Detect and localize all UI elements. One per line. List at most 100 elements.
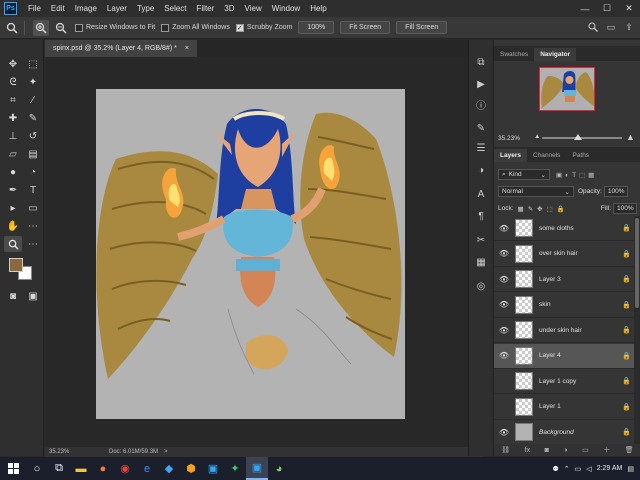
app-icon-4[interactable]: ◕ xyxy=(268,457,290,480)
zoom-tool-icon[interactable] xyxy=(4,20,20,36)
layer-thumbnail[interactable] xyxy=(515,321,533,339)
menu-view[interactable]: View xyxy=(240,0,267,17)
menu-help[interactable]: Help xyxy=(305,0,331,17)
layer-row[interactable]: 👁 some cloths 🔒 xyxy=(494,216,634,241)
path-selection-tool-icon[interactable]: ▸ xyxy=(4,200,22,216)
quick-mask-icon[interactable]: ◙ xyxy=(4,288,22,304)
gradient-tool-icon[interactable]: ▤ xyxy=(24,146,42,162)
new-layer-icon[interactable]: ＋ xyxy=(603,445,610,455)
zoom-tool-icon[interactable] xyxy=(4,236,22,252)
layer-name[interactable]: some cloths xyxy=(539,225,622,232)
minimize-button[interactable]: — xyxy=(574,0,596,17)
menu-layer[interactable]: Layer xyxy=(102,0,132,17)
menu-window[interactable]: Window xyxy=(267,0,305,17)
tab-paths[interactable]: Paths xyxy=(566,149,595,162)
resize-windows-checkbox[interactable]: Resize Windows to Fit xyxy=(75,23,155,32)
photoshop-taskbar-icon[interactable]: ▣ xyxy=(202,457,224,480)
close-icon[interactable]: × xyxy=(185,40,189,57)
layer-row[interactable]: 👁 Layer 1 copy🔒 xyxy=(494,369,634,394)
share-icon[interactable]: ⇪ xyxy=(622,20,636,34)
file-explorer-icon[interactable]: ▬ xyxy=(70,457,92,480)
windows-start-icon[interactable] xyxy=(0,457,26,480)
document-tab[interactable]: spinx.psd @ 35.2% (Layer 4, RGB/8#) * × xyxy=(45,40,197,57)
delete-layer-icon[interactable]: 🗑 xyxy=(625,446,634,454)
lasso-tool-icon[interactable]: ᘓ xyxy=(4,74,22,90)
screen-mode-icon[interactable]: ▣ xyxy=(24,288,42,304)
properties-panel-icon[interactable]: ☰ xyxy=(473,140,489,156)
foreground-color-swatch[interactable] xyxy=(9,258,23,272)
visibility-eye-icon[interactable]: 👁 xyxy=(497,377,511,386)
slider-thumb[interactable] xyxy=(574,134,582,140)
dodge-tool-icon[interactable]: ◔ xyxy=(24,164,42,180)
menu-edit[interactable]: Edit xyxy=(46,0,70,17)
checkbox-box[interactable] xyxy=(161,23,170,32)
healing-tool-icon[interactable]: ✚ xyxy=(4,110,22,126)
layer-name[interactable]: Layer 3 xyxy=(539,276,622,283)
checkbox-box[interactable] xyxy=(75,23,83,32)
volume-icon[interactable]: ◁ xyxy=(586,465,591,473)
layer-name[interactable]: Layer 4 xyxy=(539,352,622,359)
network-icon[interactable]: ▭ xyxy=(575,465,582,473)
lock-options-icons[interactable]: ▦✎✥⬚🔒 xyxy=(518,205,569,213)
close-button[interactable]: ✕ xyxy=(618,0,640,17)
layer-row[interactable]: 👁 Layer 4 🔒 xyxy=(494,343,634,369)
layer-thumbnail[interactable] xyxy=(515,423,533,441)
clock[interactable]: 2:29 AM xyxy=(597,465,623,472)
brush-settings-icon[interactable]: ✎ xyxy=(473,120,489,136)
zoom-100-button[interactable]: 100% xyxy=(298,21,335,34)
actions-panel-icon[interactable]: ▶ xyxy=(473,76,489,92)
fit-screen-button[interactable]: Fit Screen xyxy=(340,21,391,34)
layer-name[interactable]: Layer 1 xyxy=(539,403,622,410)
layer-kind-filter[interactable]: ⌕ Kind ⌄ xyxy=(498,169,550,180)
navigator-zoom-value[interactable]: 35.23% xyxy=(498,135,520,142)
info-panel-icon[interactable]: ⓘ xyxy=(473,96,489,112)
fill-input[interactable]: 100% xyxy=(613,203,637,214)
canvas-area[interactable] xyxy=(45,57,483,447)
type-tool-icon[interactable]: T xyxy=(24,182,42,198)
checkbox-checked[interactable]: ✓ xyxy=(235,23,244,32)
tab-layers[interactable]: Layers xyxy=(494,149,527,162)
visibility-eye-icon[interactable]: 👁 xyxy=(497,300,511,309)
pen-tool-icon[interactable]: ✒ xyxy=(4,182,22,198)
marquee-tool-icon[interactable]: ⬚ xyxy=(24,56,42,72)
menu-type[interactable]: Type xyxy=(132,0,159,17)
layer-thumbnail[interactable] xyxy=(515,295,533,314)
edge-icon[interactable]: e xyxy=(136,457,158,480)
hand-tool-icon[interactable]: ✋ xyxy=(4,218,22,234)
app-icon[interactable]: ◆ xyxy=(158,457,180,480)
notifications-icon[interactable]: ▤ xyxy=(627,465,634,473)
adjustments-panel-icon[interactable]: ◑ xyxy=(473,162,489,178)
menu-3d[interactable]: 3D xyxy=(219,0,239,17)
scrollbar-thumb[interactable] xyxy=(635,218,639,308)
layer-name[interactable]: Background xyxy=(539,429,622,436)
layer-style-icon[interactable]: fx xyxy=(525,447,530,454)
app-icon-2[interactable]: ⬢ xyxy=(180,457,202,480)
menu-select[interactable]: Select xyxy=(159,0,191,17)
zoom-in-mountain-icon[interactable]: ▲ xyxy=(626,132,635,142)
layer-mask-icon[interactable]: ◙ xyxy=(545,447,549,454)
layer-row[interactable]: 👁 under skin hair 🔒 xyxy=(494,318,634,343)
layer-thumbnail[interactable] xyxy=(515,397,533,416)
menu-filter[interactable]: Filter xyxy=(192,0,220,17)
styles-panel-icon[interactable]: ▦ xyxy=(473,254,489,270)
maximize-button[interactable]: ☐ xyxy=(596,0,618,17)
edit-toolbar-icon[interactable]: ⋯ xyxy=(24,236,42,252)
navigator-zoom-slider[interactable] xyxy=(542,134,622,140)
character-panel-icon[interactable]: A xyxy=(473,186,489,202)
tab-swatches[interactable]: Swatches xyxy=(494,48,534,61)
app-icon-3[interactable]: ✦ xyxy=(224,457,246,480)
opacity-input[interactable]: 100% xyxy=(603,186,628,197)
paragraph-panel-icon[interactable]: ¶ xyxy=(473,208,489,224)
eyedropper-tool-icon[interactable]: ⁄ xyxy=(24,92,42,108)
layer-row[interactable]: 👁 skin 🔒 xyxy=(494,293,634,318)
status-menu-arrow[interactable]: > xyxy=(164,449,168,455)
status-zoom[interactable]: 35.23% xyxy=(49,449,109,455)
layer-name[interactable]: under skin hair xyxy=(539,327,622,334)
task-view-icon[interactable]: ⧉ xyxy=(48,457,70,480)
artboard[interactable] xyxy=(96,89,405,419)
visibility-eye-icon[interactable]: 👁 xyxy=(497,326,511,335)
layer-name[interactable]: Layer 1 copy xyxy=(539,378,622,385)
history-brush-tool-icon[interactable]: ↺ xyxy=(24,128,42,144)
link-layers-icon[interactable]: ⛓ xyxy=(501,446,510,454)
chrome-icon[interactable]: ◉ xyxy=(114,457,136,480)
